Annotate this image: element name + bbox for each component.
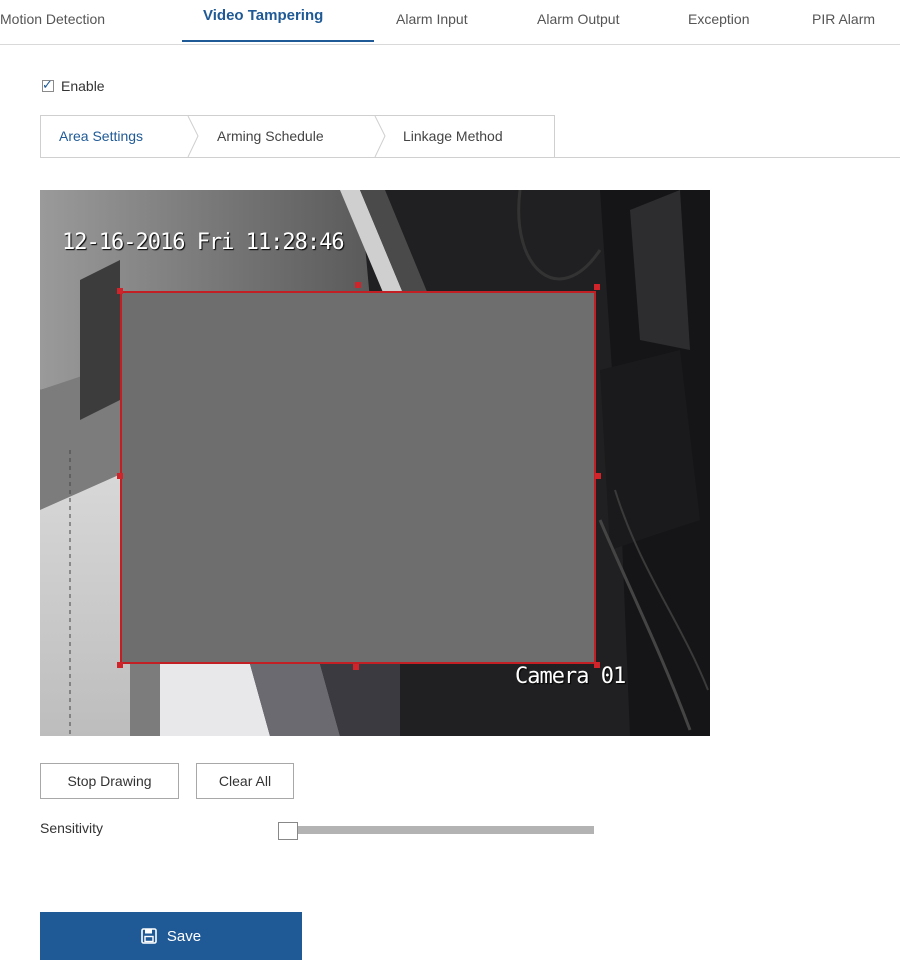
tab-alarm-input[interactable]: Alarm Input [396,11,468,27]
tab-area-settings[interactable]: Area Settings [59,128,143,144]
tab-video-tampering[interactable]: Video Tampering [203,7,323,24]
tamper-detection-area[interactable] [120,291,596,664]
tab-motion-detection[interactable]: Motion Detection [0,11,105,27]
tab-arming-schedule[interactable]: Arming Schedule [217,128,324,144]
osd-camera-name: Camera 01 [515,664,626,689]
save-button[interactable]: Save [40,912,302,960]
active-tab-indicator [182,40,374,42]
area-handle-middle-right[interactable] [595,473,601,479]
checkmark-icon: ✓ [42,77,53,92]
sub-tab-bar: Area Settings Arming Schedule Linkage Me… [40,115,900,158]
clear-all-button[interactable]: Clear All [196,763,294,799]
tab-linkage-method[interactable]: Linkage Method [403,128,503,144]
sensitivity-slider-track[interactable] [288,826,594,834]
enable-label: Enable [61,78,105,94]
enable-checkbox[interactable]: ✓ [42,77,54,92]
enable-row: ✓ Enable [42,76,105,96]
tab-exception[interactable]: Exception [688,11,749,27]
save-label: Save [166,927,202,945]
video-preview[interactable]: 12-16-2016 Fri 11:28:46 Camera 01 [40,190,710,736]
area-handle-middle-left[interactable] [117,473,123,479]
area-handle-bottom-middle[interactable] [353,664,359,670]
stop-drawing-button[interactable]: Stop Drawing [40,763,179,799]
area-handle-top-left[interactable] [117,288,123,294]
area-handle-top-middle[interactable] [355,282,361,288]
top-tab-bar: Motion Detection Video Tampering Alarm I… [0,0,900,45]
tab-alarm-output[interactable]: Alarm Output [537,11,619,27]
area-handle-bottom-left[interactable] [117,662,123,668]
floppy-disk-icon [141,928,157,944]
sensitivity-label: Sensitivity [40,820,104,836]
osd-datetime: 12-16-2016 Fri 11:28:46 [62,230,345,255]
sub-tab-frame: Area Settings Arming Schedule Linkage Me… [40,115,555,157]
area-handle-top-right[interactable] [594,284,600,290]
chevron-right-icon [374,116,386,157]
sensitivity-slider-handle[interactable] [278,822,298,840]
chevron-right-icon [187,116,199,157]
tab-pir-alarm[interactable]: PIR Alarm [812,11,875,27]
